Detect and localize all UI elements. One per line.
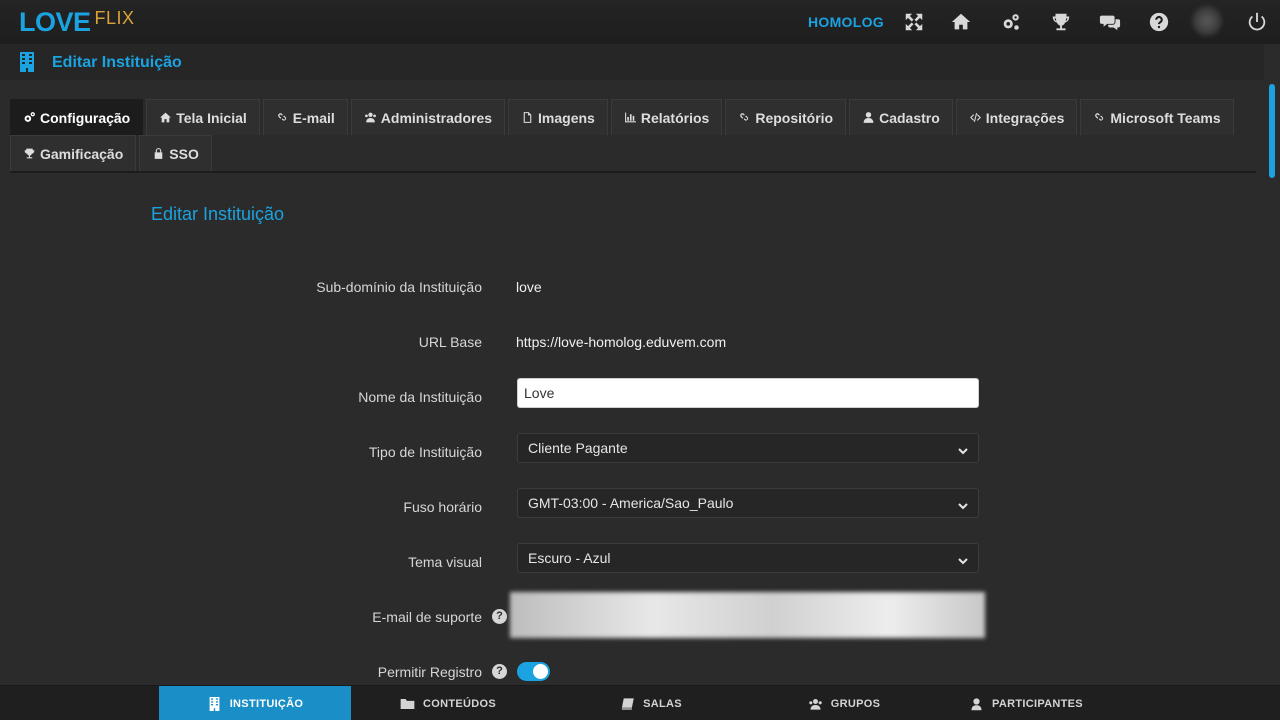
tab-administradores[interactable]: Administradores [350, 99, 506, 135]
tab-configuracao[interactable]: Configuração [10, 99, 144, 135]
tab-label: Relatórios [640, 109, 710, 126]
nav-label: PARTICIPANTES [992, 697, 1083, 710]
visual-theme-select[interactable]: Escuro - Azul [517, 543, 979, 573]
institution-type-label: Tipo de Instituição [368, 444, 482, 460]
tab-sso[interactable]: SSO [139, 135, 212, 171]
gears-icon [23, 111, 36, 124]
subdomain-value: love [516, 279, 542, 295]
tab-microsoft-teams[interactable]: Microsoft Teams [1080, 99, 1234, 135]
home-icon [159, 111, 172, 124]
tab-gamificacao[interactable]: Gamificação [10, 135, 137, 171]
avatar[interactable] [1192, 6, 1222, 36]
bar-chart-icon [624, 111, 637, 124]
tab-relatorios[interactable]: Relatórios [610, 99, 723, 135]
users-icon [808, 697, 823, 711]
building-icon [19, 52, 35, 72]
trophy-icon [23, 147, 36, 160]
tab-imagens[interactable]: Imagens [508, 99, 608, 135]
section-title: Editar Instituição [151, 204, 285, 224]
link-icon [276, 111, 289, 124]
users-icon [364, 111, 377, 124]
timezone-select[interactable]: GMT-03:00 - America/Sao_Paulo [517, 488, 979, 518]
bottom-nav: INSTITUIÇÃO CONTEÚDOS SALAS GRUPOS PARTI… [0, 685, 1280, 720]
chevron-down-icon [958, 553, 968, 565]
trophy-icon[interactable] [1049, 10, 1073, 34]
tab-label: Microsoft Teams [1110, 109, 1221, 126]
tab-email[interactable]: E-mail [262, 99, 348, 135]
tab-label: Imagens [538, 109, 595, 126]
nav-conteudos[interactable]: CONTEÚDOS [352, 686, 544, 720]
tab-label: Cadastro [879, 109, 940, 126]
tab-label: SSO [169, 145, 199, 162]
settings-tabs: Configuração Tela Inicial E-mail Adminis… [10, 99, 1256, 171]
scrollbar[interactable] [1264, 80, 1280, 685]
tab-label: Administradores [380, 109, 493, 126]
timezone-value: GMT-03:00 - America/Sao_Paulo [528, 495, 734, 511]
chevron-down-icon [958, 498, 968, 510]
support-email-input[interactable] [510, 592, 985, 638]
tab-label: Repositório [755, 109, 834, 126]
tab-tela-inicial[interactable]: Tela Inicial [146, 99, 260, 135]
tab-label: Tela Inicial [176, 109, 247, 126]
help-icon[interactable]: ? [492, 609, 507, 624]
nav-grupos[interactable]: GRUPOS [748, 686, 940, 720]
support-email-label: E-mail de suporte [372, 609, 482, 625]
visual-theme-value: Escuro - Azul [528, 550, 611, 566]
tabs-divider [10, 171, 1256, 173]
tab-integracoes[interactable]: Integrações [955, 99, 1078, 135]
institution-type-select[interactable]: Cliente Pagante [517, 433, 979, 463]
scrollbar-thumb[interactable] [1269, 84, 1275, 178]
institution-name-input[interactable]: Love [517, 378, 979, 408]
link-icon [738, 111, 751, 124]
nav-salas[interactable]: SALAS [555, 686, 747, 720]
visual-theme-label: Tema visual [408, 554, 482, 570]
environment-badge: HOMOLOG [808, 14, 884, 30]
logo-primary: LOVE [19, 7, 91, 37]
nav-label: GRUPOS [830, 697, 881, 710]
nav-label: CONTEÚDOS [423, 697, 496, 710]
home-icon[interactable] [949, 10, 973, 34]
chevron-down-icon [958, 443, 968, 455]
tab-label: Configuração [40, 109, 131, 126]
help-icon[interactable] [1147, 10, 1171, 34]
page-title-bar: Editar Instituição [0, 44, 1264, 80]
institution-type-value: Cliente Pagante [528, 440, 628, 456]
file-icon [521, 111, 534, 124]
tab-label: Integrações [985, 109, 1065, 126]
page-title: Editar Instituição [52, 54, 182, 71]
logo[interactable]: LOVE FLIX [19, 8, 135, 36]
tab-label: E-mail [292, 109, 335, 126]
nav-instituicao[interactable]: INSTITUIÇÃO [159, 686, 351, 720]
book-icon [620, 697, 635, 711]
nav-label: SALAS [643, 697, 682, 710]
link-icon [1093, 111, 1106, 124]
toggle-knob [533, 664, 548, 679]
nav-participantes[interactable]: PARTICIPANTES [930, 686, 1122, 720]
expand-icon[interactable] [902, 10, 926, 34]
gears-icon[interactable] [999, 10, 1023, 34]
power-icon[interactable] [1245, 10, 1269, 34]
subdomain-label: Sub-domínio da Instituição [316, 279, 482, 295]
tab-repositorio[interactable]: Repositório [725, 99, 847, 135]
base-url-value: https://love-homolog.eduvem.com [516, 334, 727, 350]
code-icon [969, 111, 982, 124]
base-url-label: URL Base [418, 334, 482, 350]
nav-label: INSTITUIÇÃO [229, 697, 304, 710]
building-icon [207, 696, 222, 711]
allow-register-label: Permitir Registro [377, 664, 482, 680]
tab-cadastro[interactable]: Cadastro [849, 99, 953, 135]
top-header: LOVE FLIX HOMOLOG [0, 0, 1280, 44]
lock-icon [152, 147, 165, 160]
institution-name-label: Nome da Instituição [358, 389, 482, 405]
user-icon [862, 111, 875, 124]
allow-register-toggle[interactable] [517, 662, 550, 681]
timezone-label: Fuso horário [403, 499, 482, 515]
tab-label: Gamificação [40, 145, 124, 162]
chat-icon[interactable] [1098, 10, 1122, 34]
user-icon [969, 697, 984, 711]
folder-icon [400, 697, 415, 711]
logo-secondary: FLIX [94, 8, 135, 28]
help-icon[interactable]: ? [492, 664, 507, 679]
